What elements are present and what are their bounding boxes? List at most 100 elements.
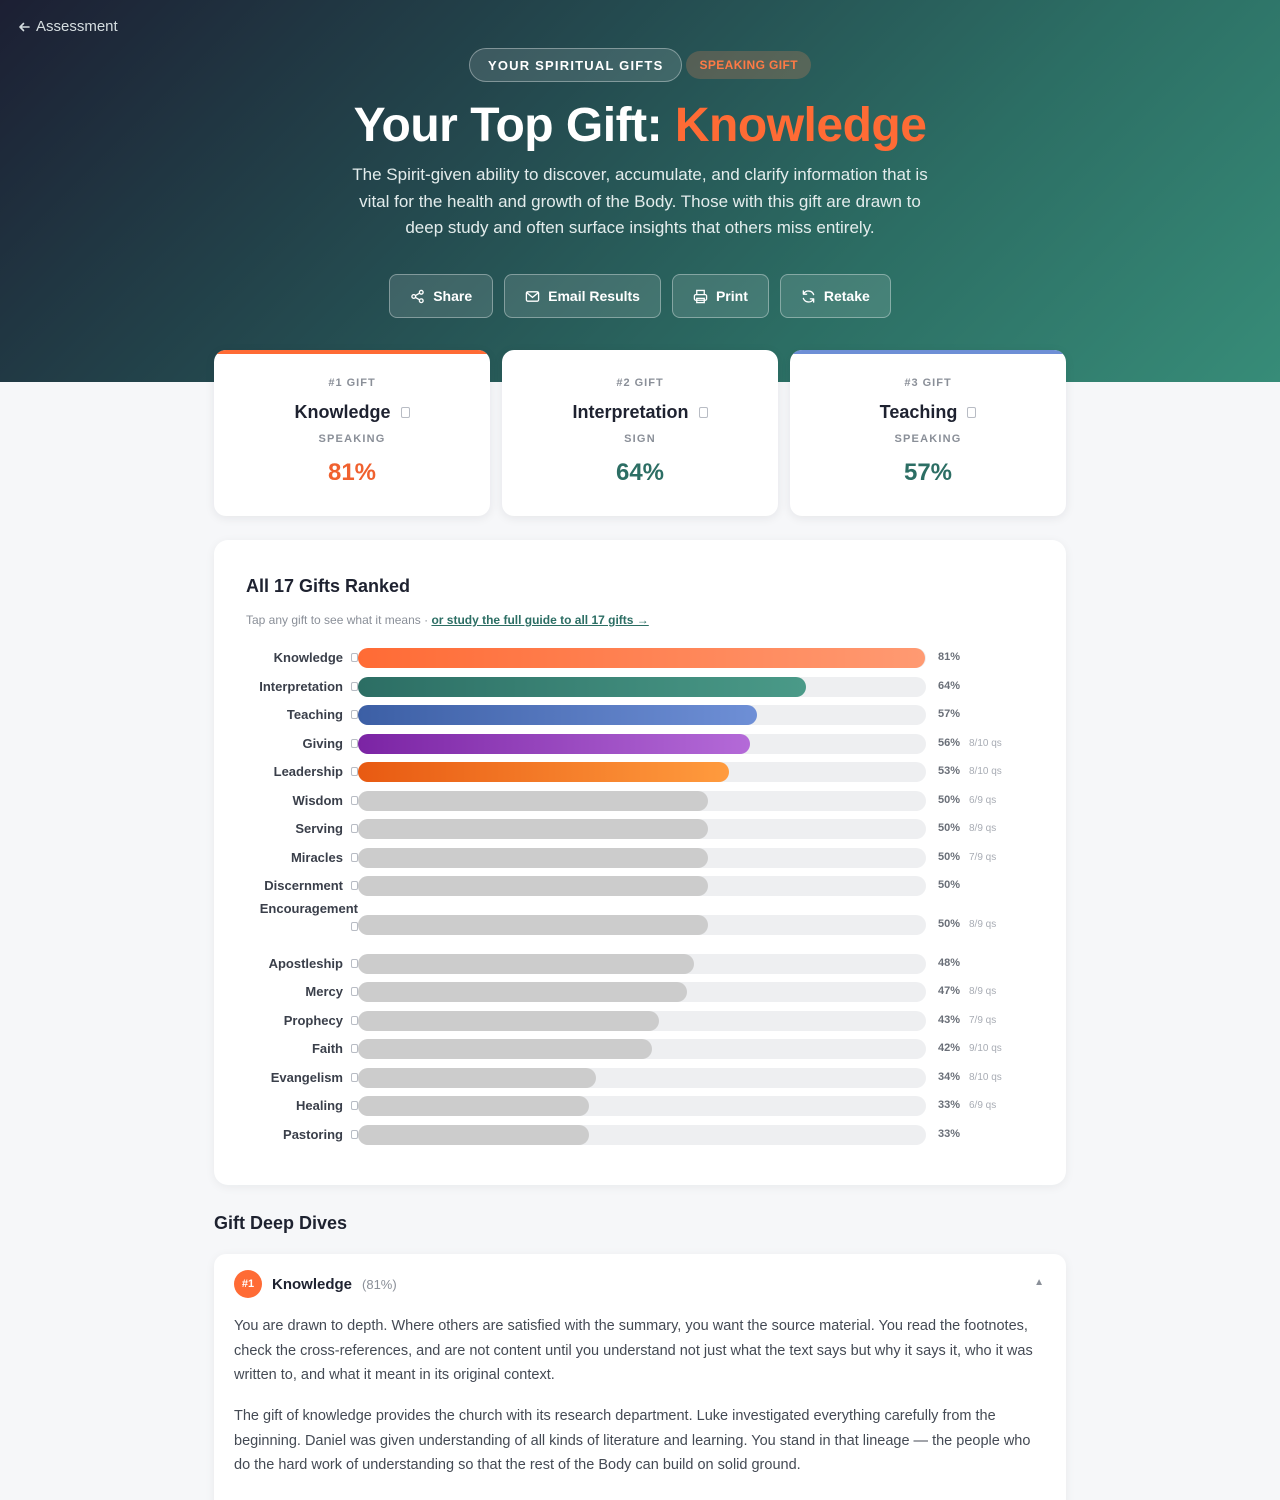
gift-bar-track (358, 762, 926, 782)
gift-row-percent: 81% (938, 651, 961, 663)
gift-row-question-count: 9/10 qs (969, 1043, 1002, 1054)
info-icon[interactable] (351, 1101, 358, 1110)
top-gift-card-1[interactable]: #1 GIFT Knowledge SPEAKING 81% (214, 350, 490, 516)
top-gift-name: Teaching (790, 402, 1066, 423)
gift-bar-track (358, 733, 926, 754)
top-gift-category: SPEAKING (318, 433, 386, 445)
gift-row-question-count: 8/9 qs (969, 823, 997, 834)
print-button[interactable]: Print (671, 274, 769, 318)
gift-row[interactable]: Discernment 50% (242, 872, 1032, 900)
top-gift-card-3[interactable]: #3 GIFT Teaching SPEAKING 57% (790, 350, 1066, 516)
gift-row-question-count: 7/9 qs (969, 851, 997, 863)
page-title: Your Top Gift: Knowledge (0, 98, 1280, 153)
gift-row[interactable]: Mercy 47% 8/9 qs (242, 978, 1032, 1006)
info-icon[interactable] (351, 1044, 358, 1053)
email-results-button[interactable]: Email Results (504, 274, 661, 318)
info-icon[interactable] (351, 958, 358, 968)
ranked-gifts-title: All 17 Gifts Ranked (246, 576, 411, 596)
gift-row[interactable]: Faith 42% 9/10 qs (242, 1035, 1032, 1063)
gift-row-percent: 64% (938, 679, 961, 692)
info-icon[interactable] (351, 710, 358, 719)
gift-row-label: Pastoring (283, 1127, 358, 1142)
info-icon[interactable] (351, 987, 358, 996)
gift-row[interactable]: Evangelism 34% 8/10 qs (242, 1064, 1032, 1092)
gift-row[interactable]: Encouragement 50% 8/9 qs (242, 901, 1032, 945)
top-gift-rank: #1 GIFT (328, 377, 376, 389)
gift-row-label: Healing (296, 1098, 358, 1113)
gift-row-question-count: 8/10 qs (969, 737, 1002, 749)
gift-row-label: Teaching (287, 707, 358, 722)
gift-row-question-count: 8/10 qs (969, 766, 1002, 777)
gift-bar-track (358, 982, 926, 1002)
gift-row[interactable]: Serving 50% 8/9 qs (242, 815, 1032, 843)
gift-row-question-count: 8/9 qs (969, 918, 997, 930)
top-gift-accent-bar (790, 350, 1066, 354)
deep-dive-gift-name: Knowledge (272, 1275, 353, 1293)
info-icon[interactable] (351, 921, 358, 931)
top-gift-card-2[interactable]: #2 GIFT Interpretation SIGN 64% (502, 350, 778, 516)
gift-bar-fill (358, 790, 709, 811)
gift-bar-fill (358, 705, 758, 725)
gift-row[interactable]: Apostleship 48% (242, 950, 1032, 978)
chevron-up-icon[interactable]: ▲ (1034, 1277, 1044, 1288)
info-icon[interactable] (351, 881, 358, 890)
share-button-label: Share (433, 288, 473, 304)
info-icon[interactable] (351, 767, 358, 776)
gift-bar-fill (358, 819, 709, 839)
gift-bar-track (358, 1010, 926, 1031)
deep-dive-card: #1 Knowledge (81%) ▲ You are drawn to de… (214, 1254, 1066, 1500)
gift-row[interactable]: Giving 56% 8/10 qs (242, 730, 1032, 758)
info-icon[interactable] (698, 407, 708, 418)
gift-bar-track (358, 676, 926, 697)
share-button[interactable]: Share (389, 274, 494, 318)
gift-row[interactable]: Teaching 57% (242, 701, 1032, 729)
gift-row[interactable]: Leadership 53% 8/10 qs (242, 758, 1032, 786)
info-icon[interactable] (351, 1129, 358, 1139)
gift-row[interactable]: Prophecy 43% 7/9 qs (242, 1007, 1032, 1035)
info-icon[interactable] (351, 1015, 358, 1025)
info-icon[interactable] (351, 852, 358, 862)
gift-bar-fill (358, 648, 926, 668)
gift-bar-track (358, 876, 926, 896)
gift-row[interactable]: Pastoring 33% (242, 1121, 1032, 1149)
gift-row-name: Wisdom (292, 792, 343, 808)
gift-row-name: Leadership (273, 764, 343, 779)
page-title-prefix: Your Top Gift: (353, 99, 675, 152)
info-icon[interactable] (351, 795, 358, 805)
back-link[interactable]: Assessment (18, 18, 118, 35)
back-link-label: Assessment (36, 18, 118, 35)
gift-row[interactable]: Knowledge 81% (242, 644, 1032, 672)
top-gift-accent-bar (214, 350, 490, 354)
info-icon[interactable] (351, 681, 358, 691)
gift-row[interactable]: Wisdom 50% 6/9 qs (242, 787, 1032, 815)
info-icon[interactable] (400, 407, 410, 418)
gift-row-name: Encouragement (259, 900, 358, 916)
gift-row-question-count: 6/9 qs (969, 1100, 997, 1111)
gift-bar-fill (358, 982, 688, 1002)
gift-row-percent: 53% (938, 765, 961, 777)
gift-row-percent: 50% (938, 850, 961, 863)
gift-row-label: Discernment (264, 878, 358, 893)
deep-dive-gift-percent: (81%) (362, 1276, 397, 1292)
retake-button[interactable]: Retake (779, 274, 891, 318)
info-icon[interactable] (351, 653, 358, 662)
gift-row[interactable]: Interpretation 64% (242, 673, 1032, 701)
spiritual-gifts-pill: YOUR SPIRITUAL GIFTS (469, 48, 683, 82)
gift-bar-track (358, 953, 926, 974)
gift-row-percent: 57% (938, 708, 961, 720)
gift-row-percent: 50% (938, 822, 961, 834)
gift-row[interactable]: Healing 33% 6/9 qs (242, 1092, 1032, 1120)
deep-dive-header[interactable]: #1 Knowledge (81%) (234, 1270, 397, 1298)
gift-row[interactable]: Miracles 50% 7/9 qs (242, 844, 1032, 872)
page-title-gift: Knowledge (674, 99, 927, 152)
full-guide-link[interactable]: or study the full guide to all 17 gifts … (431, 613, 648, 627)
gift-bar-track (358, 1067, 926, 1088)
top-gift-rank: #2 GIFT (616, 377, 664, 389)
gift-row-percent: 33% (938, 1099, 961, 1111)
info-icon[interactable] (351, 1072, 358, 1082)
info-icon[interactable] (351, 738, 358, 748)
info-icon[interactable] (351, 824, 358, 833)
top-gift-percent: 81% (327, 459, 377, 486)
info-icon[interactable] (967, 407, 977, 418)
gift-bar-fill (358, 1096, 590, 1116)
